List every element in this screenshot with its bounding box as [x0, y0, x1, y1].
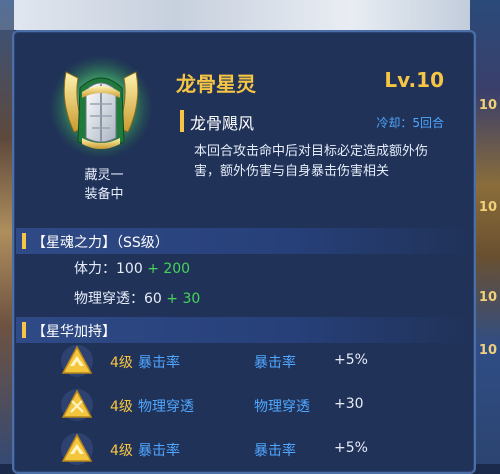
edge-number: 10 — [478, 98, 497, 113]
bonus-level: 4级 — [110, 443, 133, 459]
skill-accent-bar — [180, 110, 184, 132]
background-top — [0, 0, 500, 30]
star-bonus-header: 【星华加持】 — [16, 317, 472, 343]
crit-up-icon — [61, 433, 93, 465]
equip-slot-label: 藏灵一 — [84, 168, 124, 183]
star-bonus-row: 4级 物理穿透 物理穿透 +30 — [14, 386, 474, 426]
stat-label: 体力： — [74, 261, 116, 277]
bonus-value: +5% — [334, 352, 368, 368]
soul-power-title: 【星魂之力】（SS级） — [32, 235, 169, 251]
spirit-name: 龙骨星灵 — [176, 72, 256, 96]
stat-bonus: + 200 — [147, 261, 191, 277]
bonus-stat: 物理穿透 — [254, 399, 310, 415]
stat-bonus: + 30 — [166, 291, 201, 307]
crit-up-icon — [61, 345, 93, 377]
spirit-header: 藏灵一 装备中 龙骨星灵 Lv.10 龙骨飓风 冷却：5回合 本回合攻击命中后对… — [14, 32, 474, 212]
edge-number: 10 — [478, 343, 497, 358]
star-bonus-title: 【星华加持】 — [32, 324, 116, 340]
stat-base: 60 — [144, 291, 162, 307]
stat-row-penetration: 物理穿透：60 + 30 — [74, 288, 200, 308]
bonus-level: 4级 — [110, 355, 133, 371]
bonus-stat: 暴击率 — [254, 355, 296, 371]
sword-up-icon — [61, 389, 93, 421]
stat-base: 100 — [116, 261, 143, 277]
bonus-level: 4级 — [110, 399, 133, 415]
star-bonus-row: 4级 暴击率 暴击率 +5% — [14, 430, 474, 470]
stat-row-hp: 体力：100 + 200 — [74, 258, 190, 278]
soul-power-header: 【星魂之力】（SS级） — [16, 228, 472, 254]
bonus-stat: 暴击率 — [254, 443, 296, 459]
equip-state-label: 装备中 — [84, 187, 124, 202]
bonus-value: +5% — [334, 440, 368, 456]
bonus-name: 暴击率 — [138, 443, 180, 459]
stat-label: 物理穿透： — [74, 291, 144, 307]
star-bonus-row: 4级 暴击率 暴击率 +5% — [14, 342, 474, 382]
section-accent-bar — [22, 233, 26, 249]
section-accent-bar — [22, 322, 26, 338]
edge-number: 10 — [478, 200, 497, 215]
bonus-value: +30 — [334, 396, 364, 412]
dragon-helmet-icon — [49, 55, 153, 159]
bonus-name: 暴击率 — [138, 355, 180, 371]
spirit-detail-panel: 藏灵一 装备中 龙骨星灵 Lv.10 龙骨飓风 冷却：5回合 本回合攻击命中后对… — [12, 30, 476, 474]
equip-status: 藏灵一 装备中 — [74, 166, 134, 204]
edge-number: 10 — [478, 290, 497, 305]
skill-name: 龙骨飓风 — [190, 114, 255, 133]
spirit-level: Lv.10 — [384, 68, 444, 92]
bonus-name: 物理穿透 — [138, 399, 194, 415]
skill-cooldown: 冷却：5回合 — [376, 116, 444, 130]
skill-description: 本回合攻击命中后对目标必定造成额外伤害，额外伤害与自身暴击伤害相关 — [194, 144, 429, 179]
